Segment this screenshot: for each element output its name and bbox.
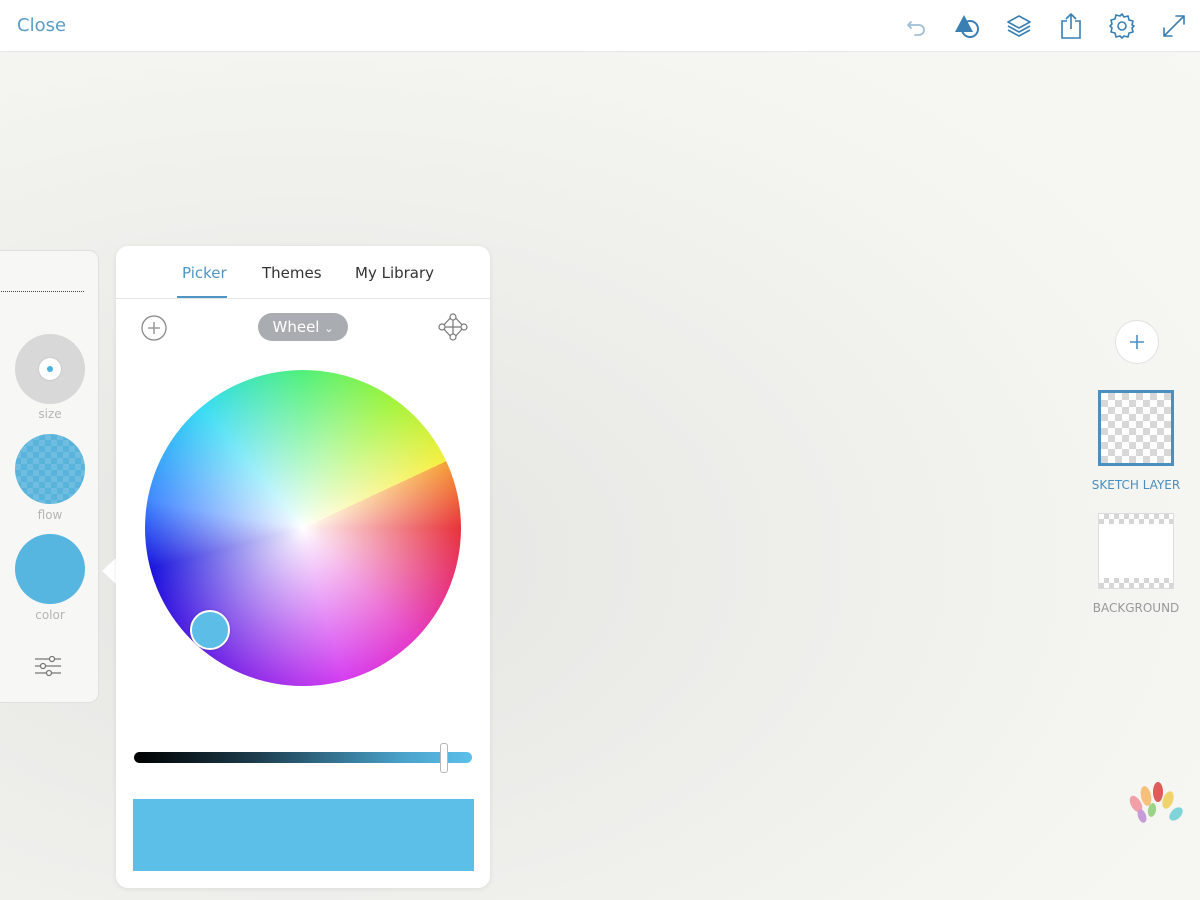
brightness-slider-thumb[interactable] xyxy=(440,743,448,773)
add-layer-button[interactable] xyxy=(1115,320,1159,364)
brush-size-button[interactable] xyxy=(15,334,85,404)
shapes-icon[interactable] xyxy=(953,12,981,40)
brush-settings-sliders-icon[interactable] xyxy=(33,651,63,681)
brush-tool-panel: size flow color xyxy=(0,250,99,703)
add-color-icon[interactable] xyxy=(140,314,168,342)
plus-icon xyxy=(1130,335,1144,349)
color-tabs: Picker Themes My Library xyxy=(116,246,490,299)
brush-preview-line xyxy=(1,291,84,292)
chevron-down-icon: ⌄ xyxy=(324,322,334,335)
color-harmony-icon[interactable] xyxy=(438,312,468,342)
tab-themes[interactable]: Themes xyxy=(262,264,322,282)
sketch-layer-label: SKETCH LAYER xyxy=(1091,478,1181,492)
background-layer-thumbnail[interactable] xyxy=(1098,513,1174,589)
size-indicator xyxy=(39,358,61,380)
flow-label: flow xyxy=(37,508,63,522)
tab-picker[interactable]: Picker xyxy=(182,264,227,282)
wheel-mode-dropdown[interactable]: Wheel ⌄ xyxy=(258,313,348,341)
undo-icon[interactable] xyxy=(902,12,930,40)
popover-arrow xyxy=(102,557,117,585)
close-button[interactable]: Close xyxy=(17,15,66,36)
background-layer-label: BACKGROUND xyxy=(1092,601,1180,615)
color-label: color xyxy=(35,608,65,622)
brightness-slider[interactable] xyxy=(134,752,472,763)
settings-gear-icon[interactable] xyxy=(1108,12,1136,40)
share-icon[interactable] xyxy=(1057,12,1085,40)
brush-flow-button[interactable] xyxy=(15,434,85,504)
layers-icon[interactable] xyxy=(1005,12,1033,40)
color-picker-popover: Picker Themes My Library Wheel ⌄ xyxy=(116,246,490,888)
active-tab-indicator xyxy=(177,296,227,298)
sketch-layer-thumbnail[interactable] xyxy=(1098,390,1174,466)
top-toolbar: Close xyxy=(0,0,1200,52)
color-wheel-knob[interactable] xyxy=(190,610,230,650)
brush-color-button[interactable] xyxy=(15,534,85,604)
wheel-mode-label: Wheel xyxy=(272,318,320,336)
selected-color-swatch xyxy=(133,799,474,871)
size-label: size xyxy=(38,407,62,421)
app-logo-icon xyxy=(1124,776,1188,830)
fullscreen-expand-icon[interactable] xyxy=(1160,12,1188,40)
tab-my-library[interactable]: My Library xyxy=(355,264,434,282)
